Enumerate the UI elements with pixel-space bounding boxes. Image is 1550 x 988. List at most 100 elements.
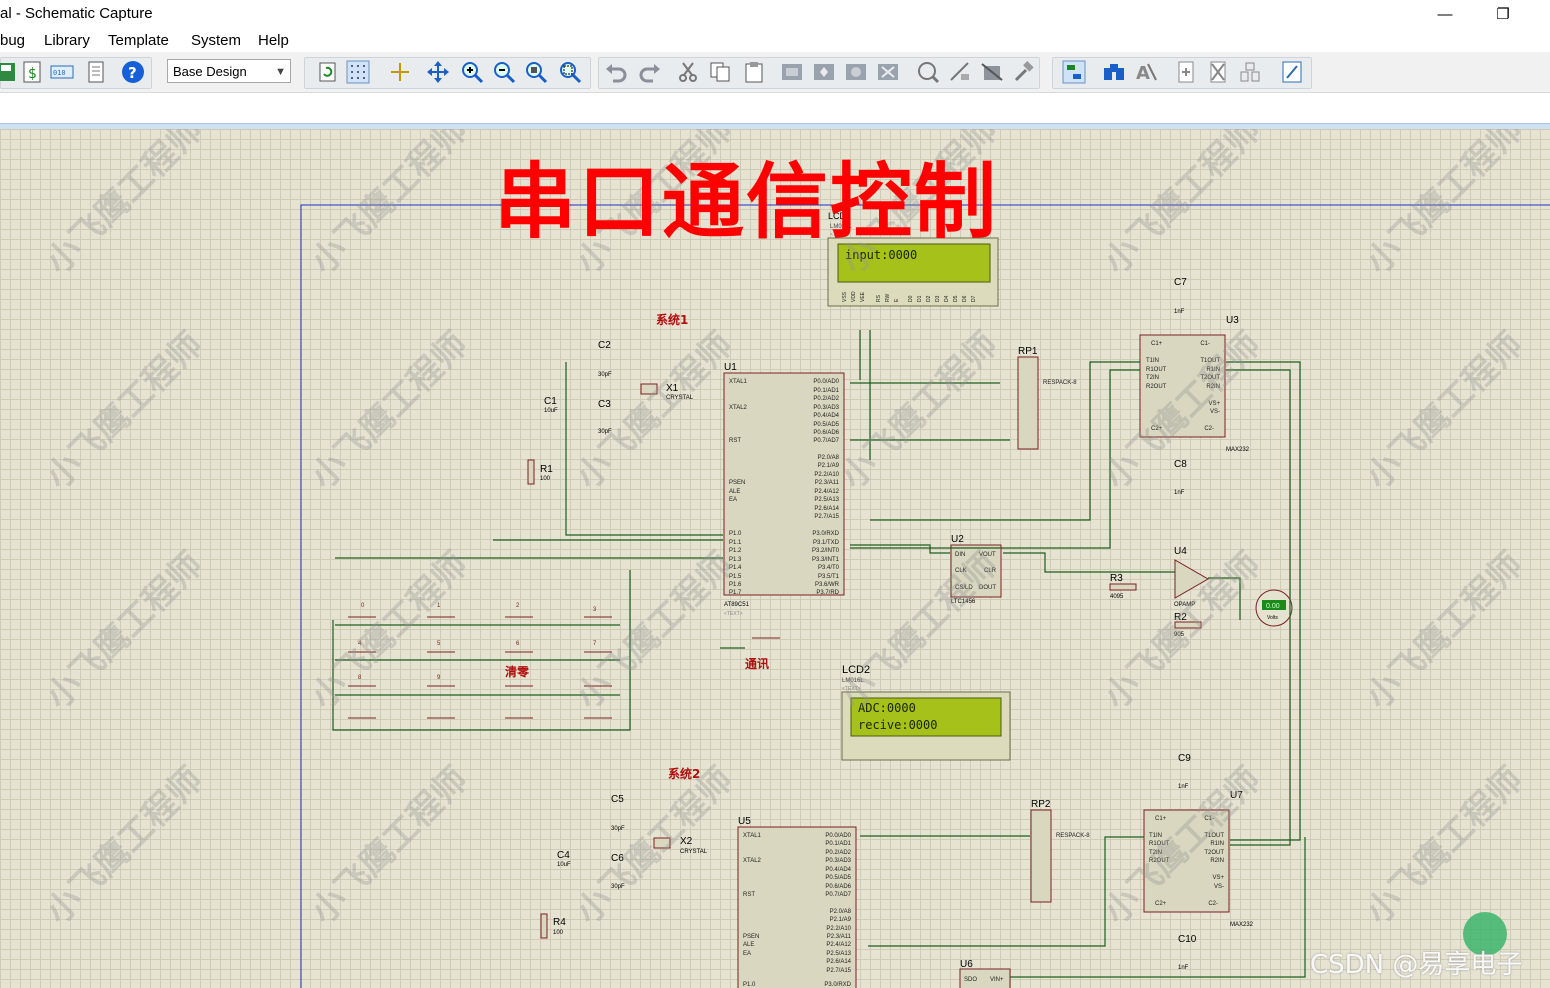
svg-text:P0.3/AD3: P0.3/AD3 xyxy=(813,405,839,411)
svg-text:P0.1/AD1: P0.1/AD1 xyxy=(813,388,839,394)
block-copy-icon[interactable] xyxy=(780,60,804,84)
rp1-respack[interactable]: RP1 RESPACK-8 xyxy=(1017,346,1077,450)
u5-chip[interactable]: U5 XTAL1 XTAL2 RST PSEN ALE EA P1.0 P0.0… xyxy=(737,816,857,988)
u1-text: <TEXT> xyxy=(724,611,743,617)
c9-value: 1nF xyxy=(1178,784,1189,790)
zoom-in-icon[interactable] xyxy=(460,60,484,84)
c5-ref: C5 xyxy=(611,794,624,805)
voltmeter[interactable]: 0.00 Volts xyxy=(1255,589,1293,627)
block-rotate-icon[interactable] xyxy=(844,60,868,84)
schematic-drawing: LCD1 LM016L <TEXT> input:0000 VSS VDD VEE … xyxy=(300,204,1550,988)
menu-library[interactable]: Library xyxy=(44,32,90,49)
x2-model: CRYSTAL xyxy=(680,849,708,855)
menu-system[interactable]: System xyxy=(191,32,241,49)
svg-text:P2.6/A14: P2.6/A14 xyxy=(814,506,839,512)
help-icon[interactable]: ? xyxy=(121,60,145,84)
r1-ref: R1 xyxy=(540,464,553,475)
menu-debug[interactable]: bug xyxy=(0,32,25,49)
svg-text:XTAL2: XTAL2 xyxy=(729,405,748,411)
svg-text:C2+: C2+ xyxy=(1155,901,1167,907)
menu-template[interactable]: Template xyxy=(108,32,169,49)
origin-icon[interactable] xyxy=(388,60,412,84)
redo-icon[interactable] xyxy=(638,60,662,84)
pan-icon[interactable] xyxy=(426,60,450,84)
zoom-all-icon[interactable] xyxy=(524,60,548,84)
bill-of-materials-icon[interactable]: $ xyxy=(20,60,44,84)
svg-text:P0.4/AD4: P0.4/AD4 xyxy=(813,413,839,419)
c2-ref: C2 xyxy=(598,340,611,351)
voltmeter-unit: Volts xyxy=(1267,615,1278,621)
chevron-down-icon[interactable]: ▼ xyxy=(275,60,286,84)
svg-text:RST: RST xyxy=(729,438,741,444)
search-icon[interactable] xyxy=(1102,60,1126,84)
svg-text:D3: D3 xyxy=(935,295,941,302)
svg-text:P2.2/A10: P2.2/A10 xyxy=(826,926,851,932)
svg-text:VSS: VSS xyxy=(842,291,848,302)
rp2-ref: RP2 xyxy=(1031,799,1051,810)
design-select[interactable]: Base Design ▼ xyxy=(167,59,291,83)
schematic-canvas[interactable]: LCD1 LM016L <TEXT> input:0000 VSS VDD VEE … xyxy=(0,129,1550,988)
rp2-model: RESPACK-8 xyxy=(1056,833,1090,839)
block-delete-icon[interactable] xyxy=(876,60,900,84)
netlist-icon[interactable]: 010 xyxy=(50,60,74,84)
exit-to-parent-icon[interactable] xyxy=(1238,60,1262,84)
svg-text:P0.3/AD3: P0.3/AD3 xyxy=(825,858,851,864)
new-sheet-icon[interactable] xyxy=(1174,60,1198,84)
u6-chip[interactable]: U6 SDO VIN+ xyxy=(959,959,1011,988)
u6-pin-sdo: SDO xyxy=(964,977,977,983)
svg-text:P3.6/WR: P3.6/WR xyxy=(815,582,840,588)
menu-help[interactable]: Help xyxy=(258,32,289,49)
design-select-value: Base Design xyxy=(173,64,247,79)
svg-text:$: $ xyxy=(28,66,37,82)
voltmeter-reading: 0.00 xyxy=(1266,603,1280,610)
design-explorer-icon[interactable] xyxy=(1062,60,1086,84)
cut-icon[interactable] xyxy=(676,60,700,84)
decompose-icon[interactable] xyxy=(1012,60,1036,84)
svg-text:VS+: VS+ xyxy=(1212,875,1224,881)
svg-text:D1: D1 xyxy=(917,295,923,302)
svg-text:P3.1/TXD: P3.1/TXD xyxy=(813,540,840,546)
copy-icon[interactable] xyxy=(708,60,732,84)
rp2-body xyxy=(1030,809,1052,903)
wire-autoroute-icon[interactable] xyxy=(1280,60,1304,84)
svg-text:P0.1/AD1: P0.1/AD1 xyxy=(825,841,851,847)
paste-icon[interactable] xyxy=(742,60,766,84)
svg-text:P3.2/INT0: P3.2/INT0 xyxy=(812,548,840,554)
svg-text:ALE: ALE xyxy=(743,942,754,948)
svg-text:P0.0/AD0: P0.0/AD0 xyxy=(825,833,851,839)
c9-ref: C9 xyxy=(1178,753,1191,764)
undo-icon[interactable] xyxy=(604,60,628,84)
svg-text:P3.4/T0: P3.4/T0 xyxy=(818,565,840,571)
svg-text:D6: D6 xyxy=(962,295,968,302)
save-icon[interactable] xyxy=(0,60,18,84)
r4-ref: R4 xyxy=(553,917,566,928)
refresh-icon[interactable] xyxy=(316,60,340,84)
u1-chip[interactable]: U1 AT89C51 <TEXT> XTAL1 XTAL2 RST PSEN A… xyxy=(723,362,845,617)
svg-text:P1.3: P1.3 xyxy=(729,557,742,563)
package-tool-icon[interactable] xyxy=(980,60,1004,84)
rp2-respack[interactable]: RP2 RESPACK-8 xyxy=(1030,799,1090,903)
svg-text:R2IN: R2IN xyxy=(1210,858,1224,864)
r4-value: 100 xyxy=(553,930,564,936)
svg-text:R1OUT: R1OUT xyxy=(1146,367,1167,373)
zoom-area-icon[interactable] xyxy=(558,60,582,84)
u2-ref: U2 xyxy=(951,534,964,545)
zoom-out-icon[interactable] xyxy=(492,60,516,84)
grid-icon[interactable] xyxy=(346,60,370,84)
svg-text:P0.2/AD2: P0.2/AD2 xyxy=(825,850,851,856)
restore-button[interactable]: ❐ xyxy=(1488,4,1518,26)
svg-text:P0.6/AD6: P0.6/AD6 xyxy=(813,430,839,436)
svg-text:P3.3/INT1: P3.3/INT1 xyxy=(812,557,840,563)
clear-label: 清零 xyxy=(505,664,530,679)
minimize-button[interactable]: — xyxy=(1430,4,1460,26)
lcd2-line2: recive:0000 xyxy=(858,718,937,732)
svg-text:D0: D0 xyxy=(908,295,914,302)
svg-text:010: 010 xyxy=(53,69,66,77)
report-icon[interactable] xyxy=(84,60,108,84)
svg-text:6: 6 xyxy=(516,641,520,647)
block-move-icon[interactable] xyxy=(812,60,836,84)
property-assign-icon[interactable]: A xyxy=(1134,60,1158,84)
pick-device-icon[interactable] xyxy=(916,60,940,84)
remove-sheet-icon[interactable] xyxy=(1206,60,1230,84)
make-device-icon[interactable] xyxy=(948,60,972,84)
